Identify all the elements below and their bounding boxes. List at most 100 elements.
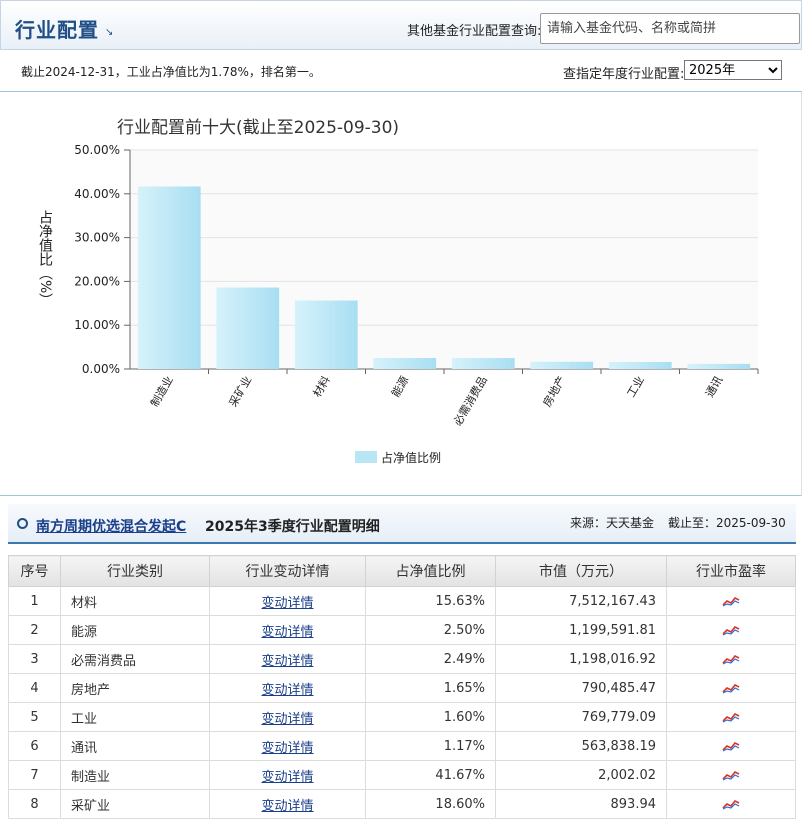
year-select[interactable]: 2025年 — [684, 60, 782, 80]
legend-swatch — [355, 451, 377, 463]
row-pe-cell — [666, 760, 796, 790]
change-detail-link[interactable]: 变动详情 — [261, 712, 313, 727]
x-tick-label: 通讯 — [703, 374, 725, 400]
bar[interactable] — [608, 361, 672, 369]
y-axis-label: 占净值比（%） — [37, 210, 53, 307]
bar[interactable] — [687, 363, 751, 369]
page-title: 行业配置 — [15, 18, 99, 42]
col-header-market-value: 市值（万元） — [495, 555, 667, 587]
change-detail-link[interactable]: 变动详情 — [261, 799, 313, 814]
row-market-value: 1,199,591.81 — [495, 615, 667, 645]
change-detail-link[interactable]: 变动详情 — [261, 654, 313, 669]
trend-chart-icon[interactable] — [722, 739, 740, 754]
row-market-value: 893.94 — [495, 789, 667, 819]
row-industry: 通讯 — [60, 731, 210, 761]
chart-area: 行业配置前十大(截止至2025-09-30) 0.00% 10.00% 20.00%… — [0, 92, 802, 496]
detail-header: 南方周期优选混合发起C 2025年3季度行业配置明细 来源：天天基金 截止至：2… — [8, 504, 796, 544]
trend-chart-icon[interactable] — [722, 768, 740, 783]
row-industry: 采矿业 — [60, 789, 210, 819]
bar[interactable] — [530, 361, 594, 369]
bullet-circle-icon — [17, 518, 28, 529]
y-tick-label: 0.00% — [82, 362, 120, 376]
col-header-pct: 占净值比例 — [365, 555, 496, 587]
row-pct: 1.65% — [365, 673, 496, 703]
row-pe-cell — [666, 702, 796, 732]
bar[interactable] — [373, 358, 437, 369]
x-tick-label: 制造业 — [147, 374, 176, 410]
row-market-value: 2,002.02 — [495, 760, 667, 790]
trend-chart-icon[interactable] — [722, 594, 740, 609]
row-market-value: 790,485.47 — [495, 673, 667, 703]
bar[interactable] — [137, 186, 201, 369]
trend-chart-icon[interactable] — [722, 681, 740, 696]
table-row: 5 工业 变动详情 1.60% 769,779.09 — [8, 702, 796, 732]
table-row: 2 能源 变动详情 2.50% 1,199,591.81 — [8, 615, 796, 645]
row-industry: 必需消费品 — [60, 644, 210, 674]
row-pct: 18.60% — [365, 789, 496, 819]
table-row: 6 通讯 变动详情 1.17% 563,838.19 — [8, 731, 796, 761]
row-market-value: 563,838.19 — [495, 731, 667, 761]
table-row: 3 必需消费品 变动详情 2.49% 1,198,016.92 — [8, 644, 796, 674]
col-header-pe: 行业市盈率 — [666, 555, 796, 587]
y-tick-label: 20.00% — [74, 274, 120, 288]
y-tick-label: 10.00% — [74, 318, 120, 332]
row-index: 5 — [8, 702, 61, 732]
change-detail-link[interactable]: 变动详情 — [261, 625, 313, 640]
ranking-note: 截止2024-12-31，工业占净值比为1.78%，排名第一。 — [21, 65, 321, 79]
row-index: 2 — [8, 615, 61, 645]
bar[interactable] — [216, 287, 280, 369]
row-industry: 房地产 — [60, 673, 210, 703]
row-pe-cell — [666, 586, 796, 616]
trend-chart-icon[interactable] — [722, 797, 740, 812]
expand-arrow-icon[interactable]: ↘ — [105, 27, 113, 38]
trend-chart-icon[interactable] — [722, 710, 740, 725]
row-market-value: 1,198,016.92 — [495, 644, 667, 674]
industry-detail-table: 序号 行业类别 行业变动详情 占净值比例 市值（万元） 行业市盈率 1 材料 变动详… — [8, 555, 796, 819]
page-header: 行业配置 ↘ 其他基金行业配置查询: — [0, 0, 802, 50]
row-pct: 1.17% — [365, 731, 496, 761]
fund-search-input[interactable] — [540, 13, 800, 44]
row-pe-cell — [666, 673, 796, 703]
row-index: 1 — [8, 586, 61, 616]
row-industry: 能源 — [60, 615, 210, 645]
trend-chart-icon[interactable] — [722, 652, 740, 667]
trend-chart-icon[interactable] — [722, 623, 740, 638]
row-pct: 1.60% — [365, 702, 496, 732]
legend-label[interactable]: 占净值比例 — [381, 450, 441, 465]
table-row: 8 采矿业 变动详情 18.60% 893.94 — [8, 789, 796, 819]
row-market-value: 769,779.09 — [495, 702, 667, 732]
col-header-index: 序号 — [8, 555, 61, 587]
change-detail-link[interactable]: 变动详情 — [261, 741, 313, 756]
y-tick-label: 30.00% — [74, 231, 120, 245]
row-change-cell: 变动详情 — [209, 731, 366, 761]
x-tick-label: 必需消费品 — [450, 374, 490, 429]
change-detail-link[interactable]: 变动详情 — [261, 770, 313, 785]
data-source: 来源：天天基金 — [570, 516, 655, 530]
x-tick-label: 能源 — [388, 374, 411, 400]
table-row: 4 房地产 变动详情 1.65% 790,485.47 — [8, 673, 796, 703]
row-change-cell: 变动详情 — [209, 615, 366, 645]
row-change-cell: 变动详情 — [209, 760, 366, 790]
row-change-cell: 变动详情 — [209, 789, 366, 819]
col-header-industry: 行业类别 — [60, 555, 210, 587]
bar[interactable] — [294, 300, 358, 369]
row-industry: 工业 — [60, 702, 210, 732]
change-detail-link[interactable]: 变动详情 — [261, 596, 313, 611]
detail-title: 2025年3季度行业配置明细 — [205, 519, 380, 535]
row-industry: 制造业 — [60, 760, 210, 790]
x-tick-label: 采矿业 — [227, 374, 255, 409]
col-header-change: 行业变动详情 — [209, 555, 366, 587]
row-pct: 41.67% — [365, 760, 496, 790]
row-pe-cell — [666, 731, 796, 761]
x-tick-label: 房地产 — [540, 374, 569, 410]
year-select-label: 查指定年度行业配置: — [563, 67, 685, 82]
change-detail-link[interactable]: 变动详情 — [261, 683, 313, 698]
chart-title: 行业配置前十大(截止至2025-09-30) — [117, 118, 399, 138]
row-index: 8 — [8, 789, 61, 819]
info-bar: 截止2024-12-31，工业占净值比为1.78%，排名第一。 查指定年度行业配… — [0, 50, 802, 92]
row-pct: 2.49% — [365, 644, 496, 674]
bar[interactable] — [451, 358, 515, 369]
table-header-row: 序号 行业类别 行业变动详情 占净值比例 市值（万元） 行业市盈率 — [8, 555, 796, 587]
row-market-value: 7,512,167.43 — [495, 586, 667, 616]
fund-name-link[interactable]: 南方周期优选混合发起C — [36, 516, 186, 536]
